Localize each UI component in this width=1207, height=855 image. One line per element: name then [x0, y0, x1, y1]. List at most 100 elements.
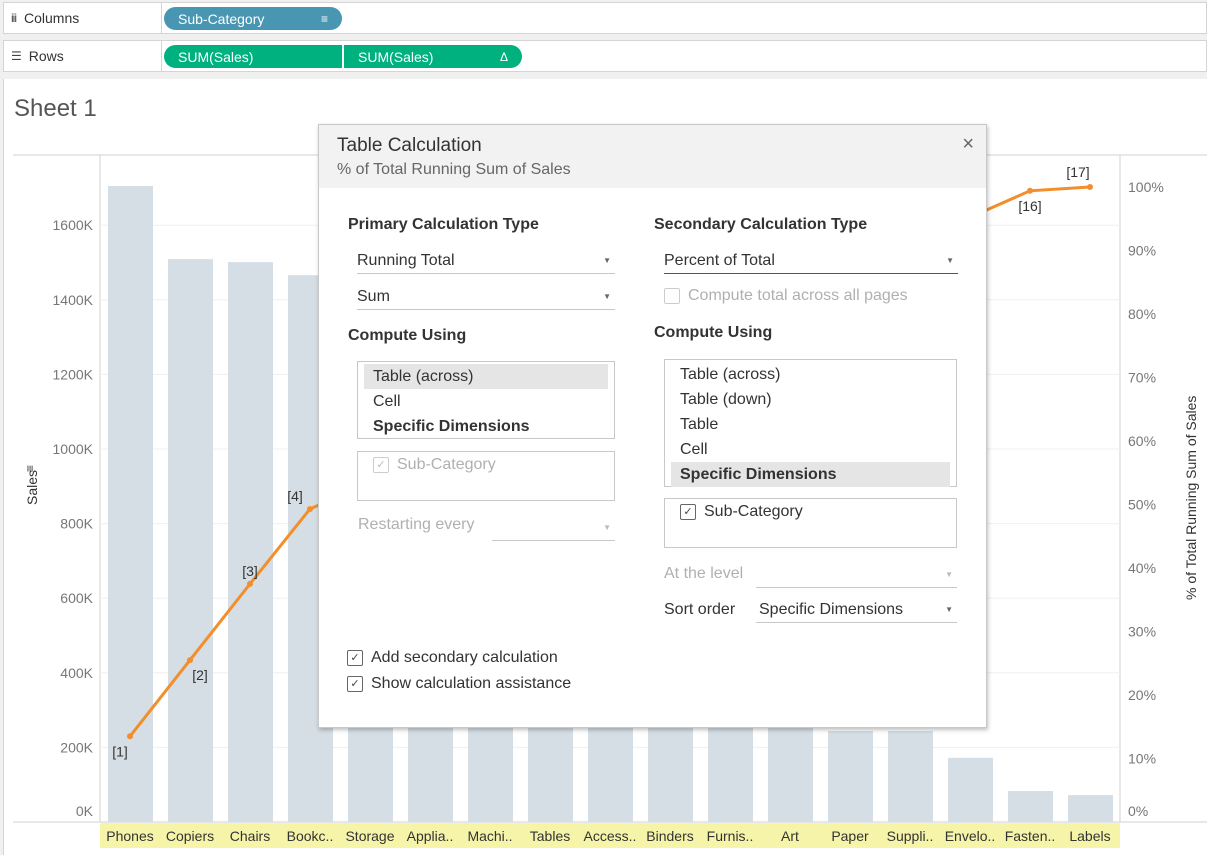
table-calculation-dialog: Table Calculation % of Total Running Sum…: [318, 124, 987, 728]
y-tick-label: 400K: [60, 665, 93, 681]
x-tick-label: Tables: [530, 828, 570, 844]
y-tick-label: 200K: [60, 739, 93, 755]
add-secondary-calc-checkbox[interactable]: ✓: [347, 650, 363, 666]
secondary-compute-using-list[interactable]: Table (across) Table (down) Table Cell S…: [664, 359, 957, 487]
checkbox-label: Compute total across all pages: [688, 287, 908, 304]
y2-tick-label: 100%: [1128, 179, 1164, 195]
bar-14: [888, 730, 933, 822]
add-secondary-calc-option[interactable]: ✓ Add secondary calculation: [347, 649, 558, 667]
point-label: [2]: [192, 667, 208, 683]
at-the-level-label: At the level: [664, 565, 744, 582]
caret-down-icon: ▼: [603, 292, 611, 301]
y2-tick-label: 0%: [1128, 803, 1148, 819]
restarting-every-label: Restarting every: [358, 516, 475, 533]
compute-option-table[interactable]: Table: [671, 412, 950, 437]
show-calc-assistance-checkbox[interactable]: ✓: [347, 676, 363, 692]
x-tick-label: Copiers: [166, 828, 214, 844]
y2-tick-label: 40%: [1128, 560, 1156, 576]
bar-1: [108, 186, 153, 822]
dimension-label: Sub-Category: [704, 503, 803, 520]
point-label: [16]: [1018, 198, 1041, 214]
caret-down-icon: ▼: [603, 256, 611, 265]
dialog-subtitle: % of Total Running Sum of Sales: [337, 161, 571, 178]
compute-option-table-down[interactable]: Table (down): [671, 387, 950, 412]
compute-total-checkbox: [664, 288, 680, 304]
compute-option-table-across[interactable]: Table (across): [364, 364, 608, 389]
dimension-label: Sub-Category: [397, 456, 496, 473]
bar-16: [1008, 791, 1053, 822]
point-label: [4]: [287, 488, 303, 504]
x-tick-label: Art: [781, 828, 799, 844]
dropdown-value: Specific Dimensions: [759, 600, 904, 618]
bar-13: [828, 730, 873, 822]
restarting-every-dropdown: ▼: [492, 515, 615, 541]
y2-tick-label: 30%: [1128, 624, 1156, 640]
x-tick-label: Envelo..: [945, 828, 996, 844]
y2-axis-title: % of Total Running Sum of Sales: [1183, 396, 1199, 600]
sort-order-dropdown[interactable]: Specific Dimensions ▼: [756, 597, 957, 623]
x-tick-label: Suppli..: [887, 828, 934, 844]
caret-down-icon: ▼: [946, 256, 954, 265]
compute-option-cell[interactable]: Cell: [364, 389, 608, 414]
y2-tick-label: 60%: [1128, 433, 1156, 449]
x-tick-label: Machi..: [467, 828, 512, 844]
primary-compute-using-list[interactable]: Table (across) Cell Specific Dimensions: [357, 361, 615, 439]
x-tick-label: Fasten..: [1005, 828, 1056, 844]
y-tick-label: 600K: [60, 590, 93, 606]
y-tick-label: 800K: [60, 516, 93, 532]
y-tick-label: 1400K: [53, 292, 94, 308]
x-tick-label: Bookc..: [287, 828, 334, 844]
y2-tick-label: 20%: [1128, 687, 1156, 703]
secondary-compute-using-heading: Compute Using: [654, 324, 773, 341]
secondary-dimensions-box: ✓ Sub-Category: [664, 498, 957, 548]
show-calc-assistance-option[interactable]: ✓ Show calculation assistance: [347, 675, 571, 693]
x-tick-label: Paper: [831, 828, 869, 844]
dropdown-value: Running Total: [357, 251, 455, 269]
x-tick-label: Phones: [106, 828, 153, 844]
x-tick-label: Chairs: [230, 828, 270, 844]
line-point: [187, 657, 193, 664]
compute-option-specific-dimensions[interactable]: Specific Dimensions: [364, 414, 608, 439]
point-label: [1]: [112, 743, 128, 759]
line-point: [247, 580, 253, 587]
x-tick-label: Binders: [646, 828, 693, 844]
line-point: [127, 733, 133, 740]
primary-dimensions-box: ✓ Sub-Category: [357, 451, 615, 501]
sort-order-label: Sort order: [664, 601, 736, 618]
line-point: [307, 505, 313, 512]
bar-15: [948, 757, 993, 822]
primary-calc-type-dropdown[interactable]: Running Total ▼: [357, 248, 615, 274]
close-icon[interactable]: ×: [962, 133, 974, 156]
line-point: [1027, 187, 1033, 194]
x-tick-label: Furnis..: [707, 828, 754, 844]
sub-category-checkbox[interactable]: ✓: [680, 503, 696, 520]
bar-2: [168, 259, 213, 822]
sub-category-checkbox: ✓: [373, 456, 389, 473]
point-label: [3]: [242, 563, 258, 579]
bar-17: [1068, 795, 1113, 822]
y2-tick-label: 90%: [1128, 243, 1156, 259]
y-tick-label: 1200K: [53, 366, 94, 382]
y2-tick-label: 10%: [1128, 751, 1156, 767]
aggregation-dropdown[interactable]: Sum ▼: [357, 284, 615, 310]
caret-down-icon: ▼: [945, 605, 953, 614]
caret-down-icon: ▼: [603, 523, 611, 532]
checkbox-label: Add secondary calculation: [371, 649, 558, 666]
secondary-calc-type-dropdown[interactable]: Percent of Total ▼: [664, 248, 958, 274]
x-tick-label: Access..: [584, 828, 637, 844]
caret-down-icon: ▼: [945, 570, 953, 579]
y-tick-label: 1600K: [53, 217, 94, 233]
at-the-level-dropdown: ▼: [756, 562, 957, 588]
line-point: [1087, 184, 1093, 190]
compute-total-across-pages: Compute total across all pages: [664, 287, 908, 305]
dialog-header: Table Calculation % of Total Running Sum…: [319, 125, 986, 188]
compute-option-specific-dimensions[interactable]: Specific Dimensions: [671, 462, 950, 487]
compute-option-table-across[interactable]: Table (across): [671, 362, 950, 387]
y2-tick-label: 70%: [1128, 370, 1156, 386]
x-tick-label: Labels: [1069, 828, 1110, 844]
x-tick-label: Applia..: [407, 828, 454, 844]
x-tick-label: Storage: [345, 828, 394, 844]
primary-compute-using-heading: Compute Using: [348, 327, 467, 344]
y-axis-title: Sales: [24, 470, 40, 505]
compute-option-cell[interactable]: Cell: [671, 437, 950, 462]
